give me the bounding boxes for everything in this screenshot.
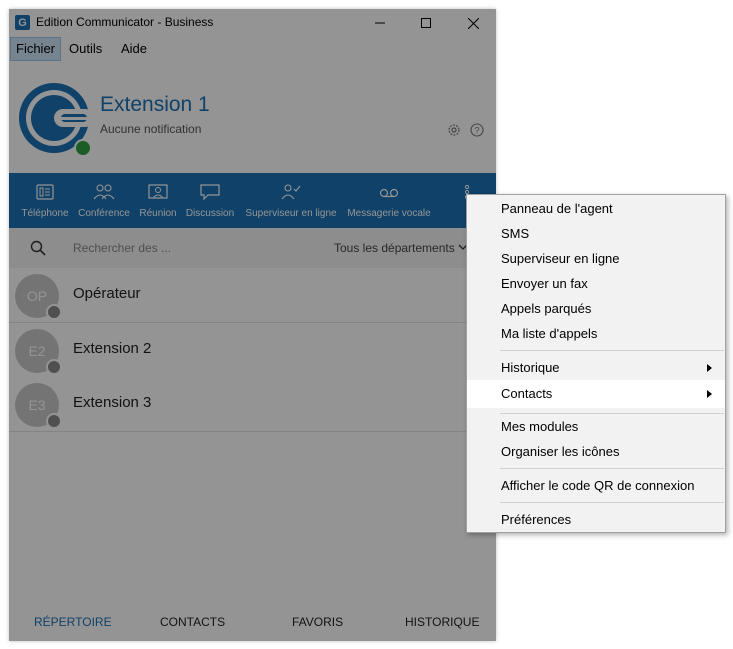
- menu-item-label: Envoyer un fax: [501, 276, 588, 291]
- help-icon[interactable]: ?: [470, 123, 484, 137]
- submenu-arrow-icon: [707, 390, 712, 398]
- toolbar-phone-label: Téléphone: [21, 208, 69, 219]
- profile-name: Extension 1: [100, 93, 210, 116]
- menu-item-contacts[interactable]: Contacts: [467, 380, 725, 408]
- toolbar-voicemail-label: Messagerie vocale: [347, 208, 431, 219]
- title-bar: G Edition Communicator - Business: [9, 9, 496, 37]
- contact-row[interactable]: E3 Extension 3: [9, 377, 496, 432]
- toolbar-voicemail[interactable]: Messagerie vocale: [346, 173, 432, 228]
- toolbar-meeting-label: Réunion: [139, 208, 177, 219]
- phone-icon: [36, 184, 54, 200]
- menu-item-organize-icons[interactable]: Organiser les icônes: [467, 440, 725, 464]
- menu-separator: [500, 350, 724, 351]
- menu-item-label: SMS: [501, 226, 530, 241]
- contact-presence: [46, 304, 62, 320]
- tab-repertoire[interactable]: RÉPERTOIRE: [34, 615, 112, 629]
- tab-contacts[interactable]: CONTACTS: [160, 615, 225, 629]
- search-icon[interactable]: [30, 240, 46, 256]
- contact-presence: [46, 359, 62, 375]
- supervisor-icon: [281, 184, 301, 200]
- window-title: Edition Communicator - Business: [36, 15, 214, 29]
- menu-item-my-call-list[interactable]: Ma liste d'appels: [467, 322, 725, 346]
- profile-status[interactable]: Aucune notification: [100, 122, 201, 136]
- menu-item-label: Historique: [501, 360, 560, 375]
- menu-item-label: Superviseur en ligne: [501, 251, 620, 266]
- toolbar-chat-label: Discussion: [185, 208, 235, 219]
- menu-item-label: Mes modules: [501, 419, 579, 434]
- menu-item-label: Ma liste d'appels: [501, 326, 598, 341]
- menu-separator: [500, 468, 724, 469]
- contact-row[interactable]: OP Opérateur: [9, 268, 496, 323]
- minimize-icon: [375, 22, 385, 24]
- chat-icon: [200, 184, 220, 201]
- menu-bar: Fichier Outils Aide: [9, 37, 496, 61]
- menu-item-label: Organiser les icônes: [501, 444, 620, 459]
- app-logo-icon: G: [15, 15, 30, 30]
- action-toolbar: Téléphone Conférence Réunion Discussion …: [9, 173, 496, 228]
- menu-item-label: Préférences: [501, 512, 572, 527]
- search-input[interactable]: [73, 238, 273, 258]
- svg-text:?: ?: [474, 126, 479, 136]
- tab-historique[interactable]: HISTORIQUE: [405, 615, 479, 629]
- app-window: G Edition Communicator - Business Fichie…: [9, 9, 496, 641]
- menu-outils[interactable]: Outils: [64, 37, 107, 61]
- toolbar-phone[interactable]: Téléphone: [17, 173, 73, 228]
- profile-header: Extension 1 Aucune notification ?: [9, 61, 496, 173]
- context-menu: Panneau de l'agent SMS Superviseur en li…: [466, 194, 726, 533]
- presence-indicator: [74, 139, 92, 157]
- maximize-button[interactable]: [403, 9, 449, 37]
- menu-item-history[interactable]: Historique: [467, 356, 725, 380]
- menu-item-agent-panel[interactable]: Panneau de l'agent: [467, 197, 725, 221]
- menu-item-preferences[interactable]: Préférences: [467, 508, 725, 532]
- meeting-icon: [148, 184, 168, 199]
- bottom-tabs: RÉPERTOIRE CONTACTS FAVORIS HISTORIQUE: [9, 603, 496, 641]
- menu-item-online-supervisor[interactable]: Superviseur en ligne: [467, 247, 725, 271]
- contact-name: Extension 2: [73, 340, 152, 357]
- toolbar-conference[interactable]: Conférence: [75, 173, 133, 228]
- minimize-button[interactable]: [357, 9, 403, 37]
- menu-item-label: Appels parqués: [501, 301, 592, 316]
- voicemail-icon: [379, 188, 399, 198]
- menu-item-show-qr-code[interactable]: Afficher le code QR de connexion: [467, 474, 725, 498]
- menu-item-label: Contacts: [501, 386, 553, 401]
- toolbar-conference-label: Conférence: [78, 208, 130, 219]
- close-icon: [467, 17, 479, 29]
- menu-aide[interactable]: Aide: [116, 37, 152, 61]
- menu-item-parked-calls[interactable]: Appels parqués: [467, 297, 725, 321]
- menu-item-sms[interactable]: SMS: [467, 222, 725, 246]
- menu-separator: [500, 413, 724, 414]
- settings-gear-icon[interactable]: [447, 123, 461, 137]
- tab-favoris[interactable]: FAVORIS: [292, 615, 343, 629]
- close-button[interactable]: [450, 9, 496, 37]
- contact-presence: [46, 413, 62, 429]
- menu-fichier[interactable]: Fichier: [10, 37, 62, 61]
- contact-name: Extension 3: [73, 394, 152, 411]
- maximize-icon: [421, 18, 431, 28]
- conference-icon: [93, 184, 115, 200]
- contact-name: Opérateur: [73, 285, 141, 302]
- menu-item-label: Panneau de l'agent: [501, 201, 613, 216]
- contact-row[interactable]: E2 Extension 2: [9, 323, 496, 378]
- toolbar-supervisor-label: Superviseur en ligne: [245, 208, 337, 219]
- submenu-arrow-icon: [707, 364, 712, 372]
- toolbar-meeting[interactable]: Réunion: [135, 173, 181, 228]
- menu-item-send-fax[interactable]: Envoyer un fax: [467, 272, 725, 296]
- toolbar-supervisor[interactable]: Superviseur en ligne: [243, 173, 339, 228]
- menu-item-label: Afficher le code QR de connexion: [501, 478, 695, 493]
- department-filter[interactable]: Tous les départements: [334, 241, 455, 255]
- toolbar-chat[interactable]: Discussion: [183, 173, 237, 228]
- menu-separator: [500, 502, 724, 503]
- menu-item-my-modules[interactable]: Mes modules: [467, 415, 725, 439]
- search-row: Tous les départements: [9, 228, 496, 268]
